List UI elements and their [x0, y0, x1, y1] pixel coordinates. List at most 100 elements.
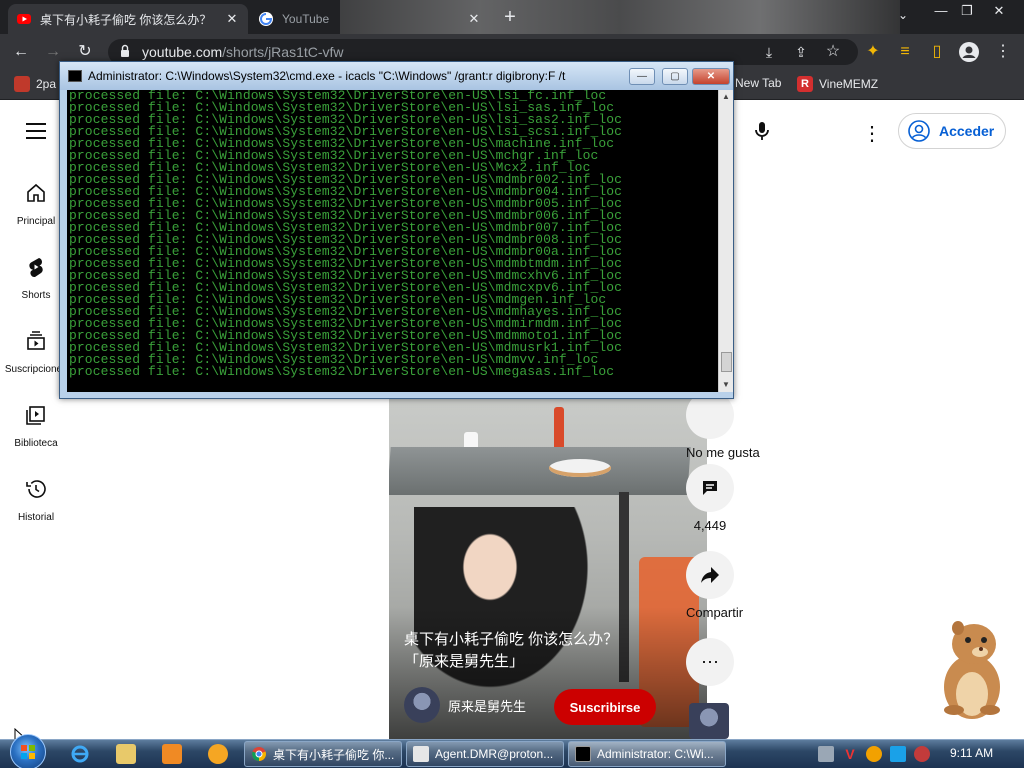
short-caption: 桌下有小耗子偷吃 你该怎么办？ 「原来是舅先生」 [404, 629, 694, 673]
more-horizontal-icon: ⋯ [686, 638, 734, 686]
url-path: /shorts/jRas1tC-vfw [222, 44, 344, 60]
tab-youtube[interactable]: YouTube ✕ [250, 4, 490, 34]
share-icon [686, 551, 734, 599]
hamburger-menu-icon[interactable] [26, 123, 46, 139]
library-icon [26, 406, 45, 425]
bookmark-vinememz[interactable]: R VineMEMZ [797, 76, 878, 92]
short-video-player[interactable]: 桌下有小耗子偷吃 你该怎么办？ 「原来是舅先生」 原来是舅先生 Suscribi… [389, 397, 707, 739]
tab-close-icon[interactable]: ✕ [466, 11, 482, 27]
tab-title: YouTube [282, 12, 330, 26]
scroll-down-arrow-icon[interactable]: ▼ [722, 380, 730, 389]
history-icon [26, 480, 46, 498]
extensions-puzzle-icon[interactable]: ✦ [862, 41, 884, 63]
tray-search-icon[interactable] [866, 746, 882, 762]
comments-button[interactable]: 4,449 [686, 464, 734, 533]
media-player-icon[interactable] [162, 744, 182, 764]
home-icon [27, 183, 45, 202]
window-restore-icon[interactable]: ❐ [954, 2, 980, 22]
windows-taskbar: 桌下有小耗子偷吃 你... Agent.DMR@proton... Admini… [0, 734, 1024, 768]
tab-search-chevron-icon[interactable]: ⌄ [898, 8, 908, 22]
sound-thumbnail[interactable] [689, 703, 729, 739]
taskbar-button-label: 桌下有小耗子偷吃 你... [273, 747, 395, 762]
scroll-up-arrow-icon[interactable]: ▲ [722, 92, 730, 101]
cmd-app-icon [68, 70, 82, 82]
side-panel-icon[interactable]: ▯ [926, 41, 948, 63]
taskbar-chrome-window[interactable]: 桌下有小耗子偷吃 你... [244, 741, 402, 767]
shorts-icon [29, 258, 43, 278]
short-channel[interactable]: 原来是舅先生 [404, 687, 526, 723]
video-table-shape [389, 447, 691, 495]
new-tab-button[interactable]: + [500, 6, 520, 29]
cmd-title: Administrator: C:\Windows\System32\cmd.e… [88, 69, 566, 83]
bookmark-favicon-icon [14, 76, 30, 92]
sign-in-button[interactable]: Acceder [898, 113, 1006, 149]
window-minimize-icon[interactable]: — [928, 2, 954, 22]
bookmark-new-tab[interactable]: New Tab [735, 76, 781, 90]
cmd-minimize-button[interactable]: — [629, 68, 655, 85]
cmd-close-button[interactable]: ✕ [692, 68, 730, 85]
window-close-icon[interactable]: ✕ [986, 2, 1012, 22]
tab-close-icon[interactable]: ✕ [224, 11, 240, 27]
window-app-icon [413, 746, 429, 762]
start-button[interactable] [10, 734, 46, 768]
tray-antivirus-icon[interactable]: V [842, 746, 858, 762]
cmd-console-output[interactable]: processed file: C:\Windows\System32\Driv… [67, 90, 718, 392]
nav-label: Shorts [21, 290, 51, 301]
media-controls-icon[interactable]: ≡ [894, 41, 916, 63]
channel-avatar[interactable] [404, 687, 440, 723]
nav-item-historial[interactable]: Historial [0, 477, 72, 525]
paint-app-icon[interactable] [208, 744, 228, 764]
share-page-icon[interactable]: ⇪ [790, 41, 812, 63]
taskbar-clock[interactable]: 9:11 AM [950, 746, 993, 760]
account-icon [908, 120, 930, 142]
subscriptions-icon [27, 331, 45, 350]
browser-menu-icon[interactable]: ⋮ [992, 41, 1014, 63]
back-arrow-icon[interactable]: ← [10, 41, 32, 63]
more-actions-button[interactable]: ⋯ [686, 638, 734, 686]
taskbar-button-label: Administrator: C:\Wi... [597, 747, 714, 761]
bookmark-star-icon[interactable]: ☆ [822, 41, 844, 63]
hamster-desktop-pet[interactable] [932, 612, 1012, 722]
file-explorer-icon[interactable] [116, 744, 136, 764]
short-caption-line2: 「原来是舅先生」 [404, 653, 525, 670]
comments-icon [686, 464, 734, 512]
cmd-scrollbar[interactable]: ▲ ▼ [718, 90, 733, 392]
dislike-button[interactable]: No me gusta [686, 391, 760, 460]
vinememz-favicon-icon: R [797, 76, 813, 92]
forward-arrow-icon[interactable]: → [42, 41, 64, 63]
profile-avatar-icon[interactable] [958, 41, 980, 63]
nav-item-biblioteca[interactable]: Biblioteca [0, 403, 72, 451]
cmd-maximize-button[interactable]: ▢ [662, 68, 688, 85]
chrome-icon [252, 747, 266, 761]
install-app-icon[interactable]: ⤓ [758, 41, 780, 63]
taskbar-cmd-window[interactable]: Administrator: C:\Wi... [568, 741, 726, 767]
tab-title: 桌下有小耗子偷吃 你该怎么办？ [40, 12, 212, 27]
short-caption-line1: 桌下有小耗子偷吃 你该怎么办？ [404, 631, 619, 648]
voice-search-mic-icon[interactable] [750, 119, 774, 148]
sign-in-label: Acceder [939, 123, 995, 139]
console-line: processed file: C:\Windows\System32\Driv… [69, 364, 615, 379]
scrollbar-thumb[interactable] [721, 352, 732, 372]
internet-explorer-icon[interactable] [70, 744, 90, 764]
tray-network-icon[interactable] [818, 746, 834, 762]
cmd-titlebar[interactable]: Administrator: C:\Windows\System32\cmd.e… [60, 62, 733, 90]
taskbar-mail-window[interactable]: Agent.DMR@proton... [406, 741, 564, 767]
desktop-screen: 桌下有小耗子偷吃 你该怎么办？ ✕ YouTube ✕ + ⌄ — ❐ ✕ ← … [0, 0, 1024, 768]
tray-display-icon[interactable] [890, 746, 906, 762]
settings-more-icon[interactable]: ⋮ [862, 121, 882, 146]
lock-icon [121, 44, 129, 57]
share-button[interactable]: Compartir [686, 551, 743, 620]
channel-name[interactable]: 原来是舅先生 [448, 696, 526, 715]
subscribe-button[interactable]: Suscribirse [554, 689, 656, 725]
bookmark-label: New Tab [735, 76, 782, 90]
bookmark-2pa[interactable]: 2pa [14, 76, 56, 92]
reload-icon[interactable]: ↻ [74, 41, 96, 63]
comments-count: 4,449 [693, 518, 727, 533]
tray-speaker-icon[interactable] [914, 746, 930, 762]
taskbar-button-label: Agent.DMR@proton... [435, 747, 554, 761]
video-plate-shape [549, 459, 611, 477]
cmd-window[interactable]: Administrator: C:\Windows\System32\cmd.e… [59, 61, 734, 399]
url-host: youtube.com [142, 44, 223, 60]
tab-youtube-short[interactable]: 桌下有小耗子偷吃 你该怎么办？ ✕ [8, 4, 248, 34]
bookmark-label: VineMEMZ [819, 77, 879, 91]
